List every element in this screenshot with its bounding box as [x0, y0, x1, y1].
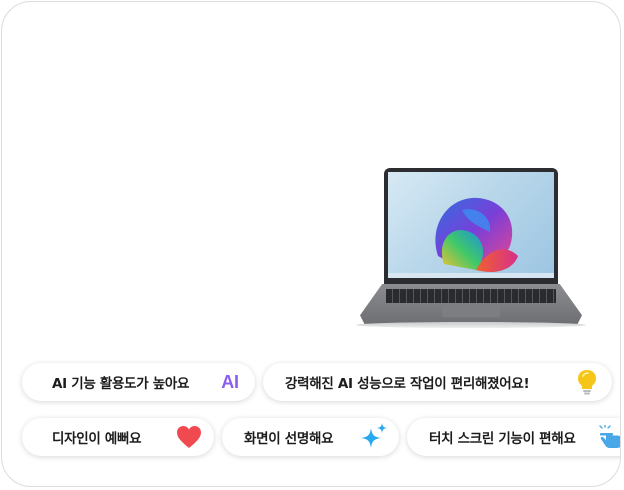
chip-display[interactable]: 화면이 선명해요 — [222, 418, 399, 456]
feedback-card: AI 기능 활용도가 높아요 AI 강력해진 AI 성능으로 작업이 편리해졌어… — [1, 1, 621, 487]
chip-label: 터치 스크린 기능이 편해요 — [429, 431, 576, 447]
laptop-lid — [384, 168, 558, 286]
chip-label: 강력해진 AI 성능으로 작업이 편리해졌어요! — [285, 376, 530, 392]
wallpaper-bloom — [435, 197, 518, 273]
laptop-screen — [388, 172, 554, 278]
sparkle-icon — [359, 422, 389, 452]
laptop-image — [356, 168, 586, 338]
chip-ai-usage[interactable]: AI 기능 활용도가 높아요 AI — [22, 363, 255, 401]
touch-hand-icon — [597, 422, 620, 452]
chip-touchscreen[interactable]: 터치 스크린 기능이 편해요 — [407, 418, 620, 456]
laptop-touchpad — [442, 305, 500, 317]
chip-label: 화면이 선명해요 — [244, 431, 334, 447]
chip-ai-performance[interactable]: 강력해진 AI 성능으로 작업이 편리해졌어요! — [263, 363, 612, 401]
laptop-keyboard — [386, 289, 556, 303]
ai-text-icon: AI — [221, 371, 239, 392]
laptop-front-edge — [356, 322, 586, 328]
chip-label: 디자인이 예뻐요 — [52, 431, 142, 447]
chip-design[interactable]: 디자인이 예뻐요 — [22, 418, 214, 456]
taskbar — [388, 273, 554, 278]
lightbulb-icon — [572, 367, 602, 397]
chip-label: AI 기능 활용도가 높아요 — [52, 376, 190, 392]
heart-icon — [174, 422, 204, 452]
